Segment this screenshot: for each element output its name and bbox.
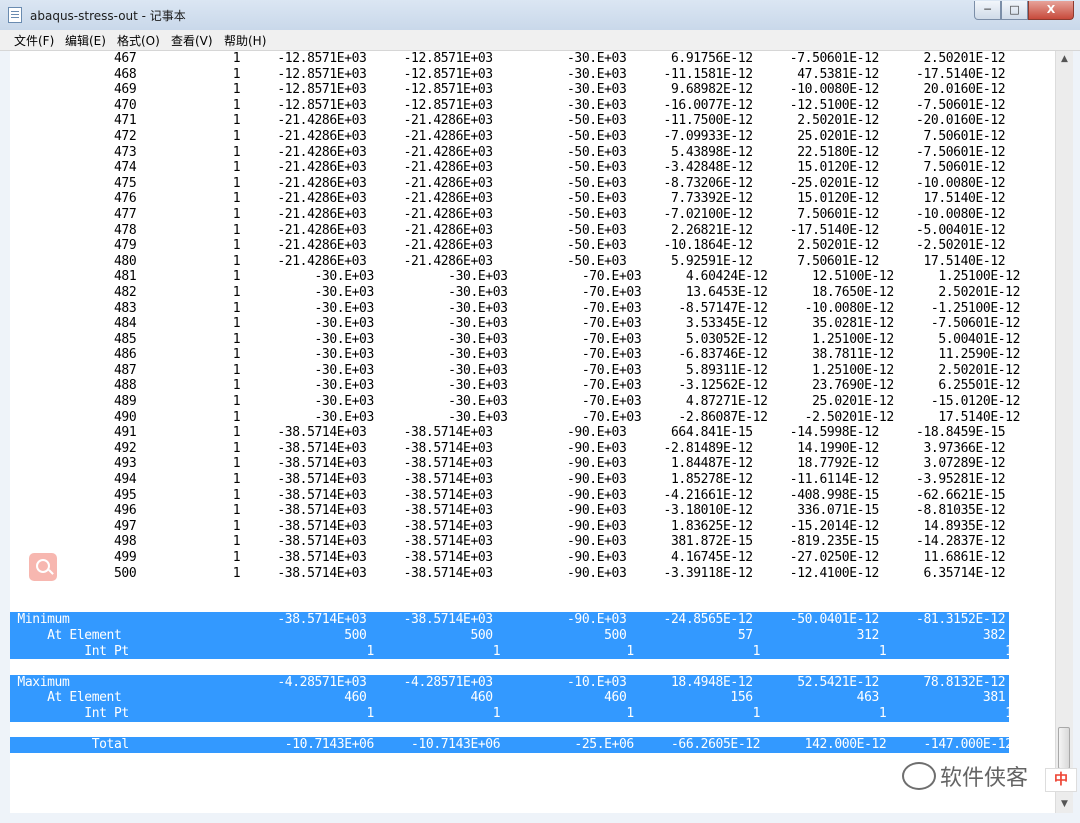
search-icon[interactable]	[29, 553, 57, 581]
title-bar[interactable]: abaqus-stress-out - 记事本 ─ □ X	[0, 0, 1080, 31]
total-summary-row: Total -10.7143E+06 -10.7143E+06 -25.E+06…	[10, 737, 1013, 753]
maximum-summary-row: Int Pt 1 1 1 1 1 1	[10, 705, 1013, 722]
vertical-scrollbar[interactable]: ▲ ▼	[1055, 51, 1073, 813]
menu-edit[interactable]: 编辑(E)	[65, 32, 106, 49]
table-row: 487 1 -30.E+03 -30.E+03 -70.E+03 5.89311…	[10, 362, 1021, 378]
close-button[interactable]: X	[1028, 1, 1074, 20]
menu-bar: 文件(F) 编辑(E) 格式(O) 查看(V) 帮助(H)	[0, 30, 1080, 51]
table-row: 479 1 -21.4286E+03 -21.4286E+03 -50.E+03…	[10, 238, 1006, 254]
table-row: 499 1 -38.5714E+03 -38.5714E+03 -90.E+03…	[10, 550, 1006, 565]
scroll-thumb[interactable]	[1058, 727, 1070, 769]
minimum-summary-row: Int Pt 1 1 1 1 1 1	[10, 643, 1013, 660]
table-row: 467 1 -12.8571E+03 -12.8571E+03 -30.E+03…	[10, 51, 1006, 66]
text-content: 467 1 -12.8571E+03 -12.8571E+03 -30.E+03…	[10, 51, 1055, 753]
table-row: 478 1 -21.4286E+03 -21.4286E+03 -50.E+03…	[10, 222, 1006, 238]
table-row: 490 1 -30.E+03 -30.E+03 -70.E+03 -2.8608…	[10, 409, 1021, 425]
menu-format[interactable]: 格式(O)	[117, 32, 160, 49]
table-row: 483 1 -30.E+03 -30.E+03 -70.E+03 -8.5714…	[10, 300, 1021, 316]
table-row: 476 1 -21.4286E+03 -21.4286E+03 -50.E+03…	[10, 191, 1006, 207]
table-row: 495 1 -38.5714E+03 -38.5714E+03 -90.E+03…	[10, 487, 1006, 503]
table-row: 482 1 -30.E+03 -30.E+03 -70.E+03 13.6453…	[10, 284, 1021, 300]
scroll-down-arrow-icon[interactable]: ▼	[1056, 796, 1073, 813]
table-row: 471 1 -21.4286E+03 -21.4286E+03 -50.E+03…	[10, 113, 1006, 129]
table-row: 493 1 -38.5714E+03 -38.5714E+03 -90.E+03…	[10, 456, 1006, 472]
minimize-button[interactable]: ─	[974, 1, 1001, 20]
maximum-summary-row: At Element 460 460 460 156 463 381	[10, 690, 1009, 706]
text-editor-area[interactable]: 467 1 -12.8571E+03 -12.8571E+03 -30.E+03…	[10, 51, 1055, 813]
table-row: 468 1 -12.8571E+03 -12.8571E+03 -30.E+03…	[10, 66, 1006, 82]
watermark-logo-icon	[902, 762, 936, 790]
table-row: 485 1 -30.E+03 -30.E+03 -70.E+03 5.03052…	[10, 331, 1021, 347]
menu-file[interactable]: 文件(F)	[14, 32, 54, 49]
minimum-summary-row: At Element 500 500 500 57 312 382	[10, 627, 1009, 644]
window-controls: ─ □ X	[974, 1, 1074, 21]
table-row: 489 1 -30.E+03 -30.E+03 -70.E+03 4.87271…	[10, 394, 1021, 410]
menu-help[interactable]: 帮助(H)	[224, 32, 266, 49]
minimum-summary-row: Minimum -38.5714E+03 -38.5714E+03 -90.E+…	[10, 612, 1009, 628]
scroll-up-arrow-icon[interactable]: ▲	[1056, 51, 1073, 68]
maximize-button[interactable]: □	[1001, 1, 1028, 20]
table-row: 484 1 -30.E+03 -30.E+03 -70.E+03 3.53345…	[10, 316, 1021, 332]
table-row: 496 1 -38.5714E+03 -38.5714E+03 -90.E+03…	[10, 503, 1006, 519]
table-row: 488 1 -30.E+03 -30.E+03 -70.E+03 -3.1256…	[10, 378, 1021, 394]
table-row: 494 1 -38.5714E+03 -38.5714E+03 -90.E+03…	[10, 472, 1006, 488]
ime-indicator[interactable]: 中	[1045, 768, 1077, 792]
table-row: 470 1 -12.8571E+03 -12.8571E+03 -30.E+03…	[10, 97, 1006, 113]
table-row: 477 1 -21.4286E+03 -21.4286E+03 -50.E+03…	[10, 206, 1006, 222]
table-row: 481 1 -30.E+03 -30.E+03 -70.E+03 4.60424…	[10, 269, 1021, 285]
table-row: 472 1 -21.4286E+03 -21.4286E+03 -50.E+03…	[10, 128, 1006, 144]
notepad-icon	[8, 7, 22, 23]
table-row: 473 1 -21.4286E+03 -21.4286E+03 -50.E+03…	[10, 144, 1006, 160]
table-row: 492 1 -38.5714E+03 -38.5714E+03 -90.E+03…	[10, 440, 1006, 456]
table-row: 491 1 -38.5714E+03 -38.5714E+03 -90.E+03…	[10, 425, 1006, 441]
table-row: 480 1 -21.4286E+03 -21.4286E+03 -50.E+03…	[10, 253, 1006, 269]
table-row: 474 1 -21.4286E+03 -21.4286E+03 -50.E+03…	[10, 160, 1006, 176]
window-title: abaqus-stress-out - 记事本	[30, 9, 186, 23]
table-row: 475 1 -21.4286E+03 -21.4286E+03 -50.E+03…	[10, 175, 1006, 191]
table-row: 498 1 -38.5714E+03 -38.5714E+03 -90.E+03…	[10, 534, 1006, 550]
menu-view[interactable]: 查看(V)	[171, 32, 213, 49]
table-row: 486 1 -30.E+03 -30.E+03 -70.E+03 -6.8374…	[10, 347, 1021, 363]
watermark-text: 软件侠客	[940, 766, 1029, 791]
notepad-window: abaqus-stress-out - 记事本 ─ □ X 文件(F) 编辑(E…	[0, 0, 1080, 823]
table-row: 497 1 -38.5714E+03 -38.5714E+03 -90.E+03…	[10, 518, 1006, 534]
maximum-summary-row: Maximum -4.28571E+03 -4.28571E+03 -10.E+…	[10, 674, 1009, 691]
table-row: 469 1 -12.8571E+03 -12.8571E+03 -30.E+03…	[10, 82, 1006, 98]
table-row: 500 1 -38.5714E+03 -38.5714E+03 -90.E+03…	[10, 565, 1006, 581]
